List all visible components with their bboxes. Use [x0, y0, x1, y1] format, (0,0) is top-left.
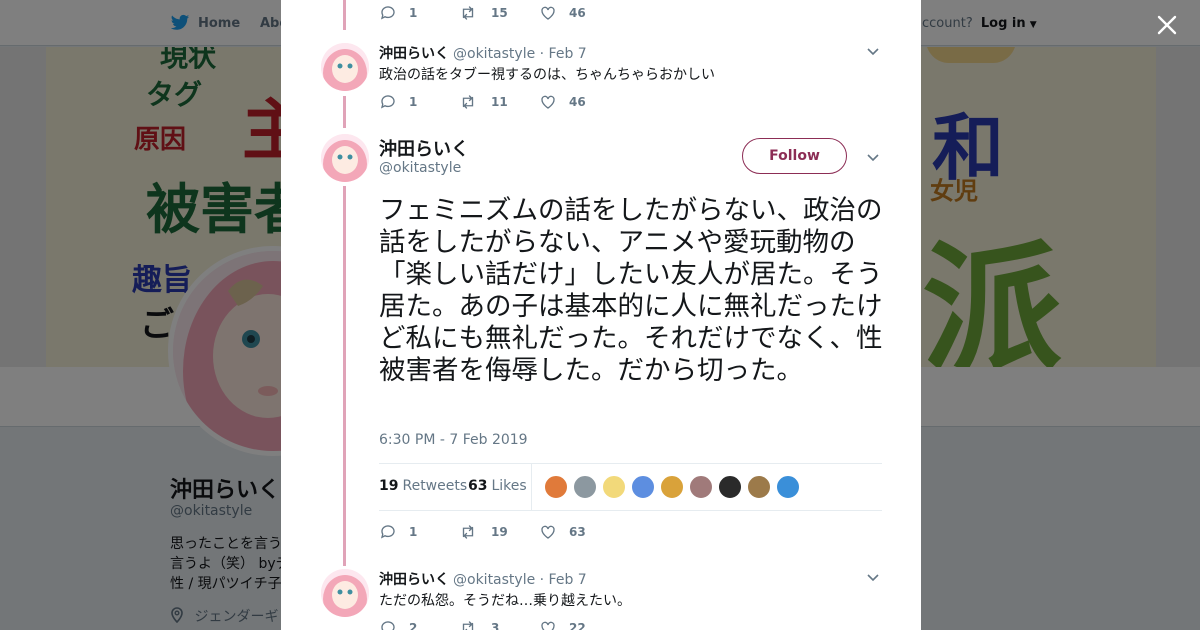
like-count: 46 [569, 95, 586, 109]
like-button[interactable]: 63 [539, 523, 619, 541]
liker-avatar[interactable] [689, 475, 713, 499]
like-stat-count: 63 [468, 478, 488, 494]
heart-icon [541, 525, 555, 539]
avatar-image [321, 569, 369, 617]
main-tweet-avatar[interactable] [321, 134, 369, 182]
display-name[interactable]: 沖田らいく [379, 572, 449, 588]
retweet-icon [462, 525, 474, 539]
main-tweet-actions: 1 19 63 [379, 523, 619, 541]
reply-count: 1 [409, 6, 418, 20]
reply-icon [380, 6, 395, 20]
main-tweet-text: フェミニズムの話をしたがらない、政治の話をしたがらない、アニメや愛玩動物の「楽し… [379, 195, 883, 386]
retweet-icon [462, 95, 474, 109]
main-display-name[interactable]: 沖田らいく [379, 135, 469, 161]
retweet-count: 19 [491, 525, 508, 539]
liker-avatar[interactable] [660, 475, 684, 499]
tweet-stats: 19 Retweets 63 Likes [379, 463, 882, 511]
liker-avatar[interactable] [776, 475, 800, 499]
like-stat[interactable]: 63 Likes [468, 478, 527, 494]
reply-count: 1 [409, 95, 418, 109]
reply-button[interactable]: 1 [379, 93, 459, 111]
close-button[interactable] [1152, 10, 1182, 40]
like-button[interactable]: 22 [539, 619, 619, 630]
tweet-header: 沖田らいく @okitastyle · Feb 7 [379, 569, 587, 589]
chevron-down-icon[interactable] [865, 149, 881, 165]
reply-button[interactable]: 1 [379, 4, 459, 22]
liker-avatar[interactable] [747, 475, 771, 499]
reply-button[interactable]: 2 [379, 619, 459, 630]
handle[interactable]: @okitastyle [453, 572, 535, 588]
tweet-date[interactable]: · Feb 7 [540, 46, 587, 62]
like-count: 63 [569, 525, 586, 539]
retweet-icon [462, 6, 474, 20]
liker-avatar[interactable] [573, 475, 597, 499]
like-count: 22 [569, 621, 586, 630]
display-name[interactable]: 沖田らいく [379, 46, 449, 62]
tweet-timestamp[interactable]: 6:30 PM - 7 Feb 2019 [379, 432, 528, 448]
liker-avatar[interactable] [631, 475, 655, 499]
close-icon [1157, 15, 1177, 35]
retweet-button[interactable]: 3 [459, 619, 539, 630]
liker-avatar[interactable] [718, 475, 742, 499]
heart-icon [541, 621, 555, 630]
retweet-button[interactable]: 15 [459, 4, 539, 22]
heart-icon [541, 95, 555, 109]
reply-count: 1 [409, 525, 418, 539]
retweet-stat[interactable]: 19 Retweets [379, 478, 467, 494]
retweet-stat-label: Retweets [402, 478, 468, 494]
liker-avatar[interactable] [602, 475, 626, 499]
tweet-actions: 2 3 22 [379, 619, 619, 630]
retweet-icon [462, 621, 474, 630]
retweet-count: 15 [491, 6, 508, 20]
like-button[interactable]: 46 [539, 4, 619, 22]
thread-line [343, 186, 346, 566]
retweet-count: 11 [491, 95, 508, 109]
handle[interactable]: @okitastyle [453, 46, 535, 62]
tweet-date[interactable]: · Feb 7 [540, 572, 587, 588]
chevron-down-icon[interactable] [865, 569, 881, 585]
avatar-image [321, 134, 369, 182]
tweet-actions: 1 11 46 [379, 93, 619, 111]
stats-divider [531, 464, 532, 510]
avatar[interactable] [321, 569, 369, 617]
liker-avatar[interactable] [544, 475, 568, 499]
follow-button[interactable]: Follow [742, 138, 847, 174]
like-count: 46 [569, 6, 586, 20]
tweet-text: 政治の話をタブー視するのは、ちゃんちゃらおかしい [379, 67, 715, 83]
chevron-down-icon[interactable] [865, 43, 881, 59]
retweet-stat-count: 19 [379, 478, 399, 494]
reply-count: 2 [409, 621, 418, 630]
main-handle[interactable]: @okitastyle [379, 160, 461, 176]
avatar[interactable] [321, 43, 369, 91]
tweet-text: ただの私怨。そうだね…乗り越えたい。 [379, 593, 631, 609]
like-button[interactable]: 46 [539, 93, 619, 111]
heart-icon [541, 6, 555, 20]
retweet-button[interactable]: 19 [459, 523, 539, 541]
tweet-permalink-modal: 1 15 46 沖田らいく @okitastyle · Feb 7 政治の話をタブ… [281, 0, 921, 630]
retweet-count: 3 [491, 621, 500, 630]
reply-icon [380, 525, 395, 539]
like-stat-label: Likes [491, 478, 527, 494]
tweet-header: 沖田らいく @okitastyle · Feb 7 [379, 43, 587, 63]
retweet-button[interactable]: 11 [459, 93, 539, 111]
reply-icon [380, 95, 395, 109]
avatar-image [321, 43, 369, 91]
thread-line [343, 96, 346, 128]
thread-line [343, 0, 346, 30]
reply-icon [381, 621, 395, 630]
reply-button[interactable]: 1 [379, 523, 459, 541]
prev-tweet-actions: 1 15 46 [379, 4, 619, 22]
